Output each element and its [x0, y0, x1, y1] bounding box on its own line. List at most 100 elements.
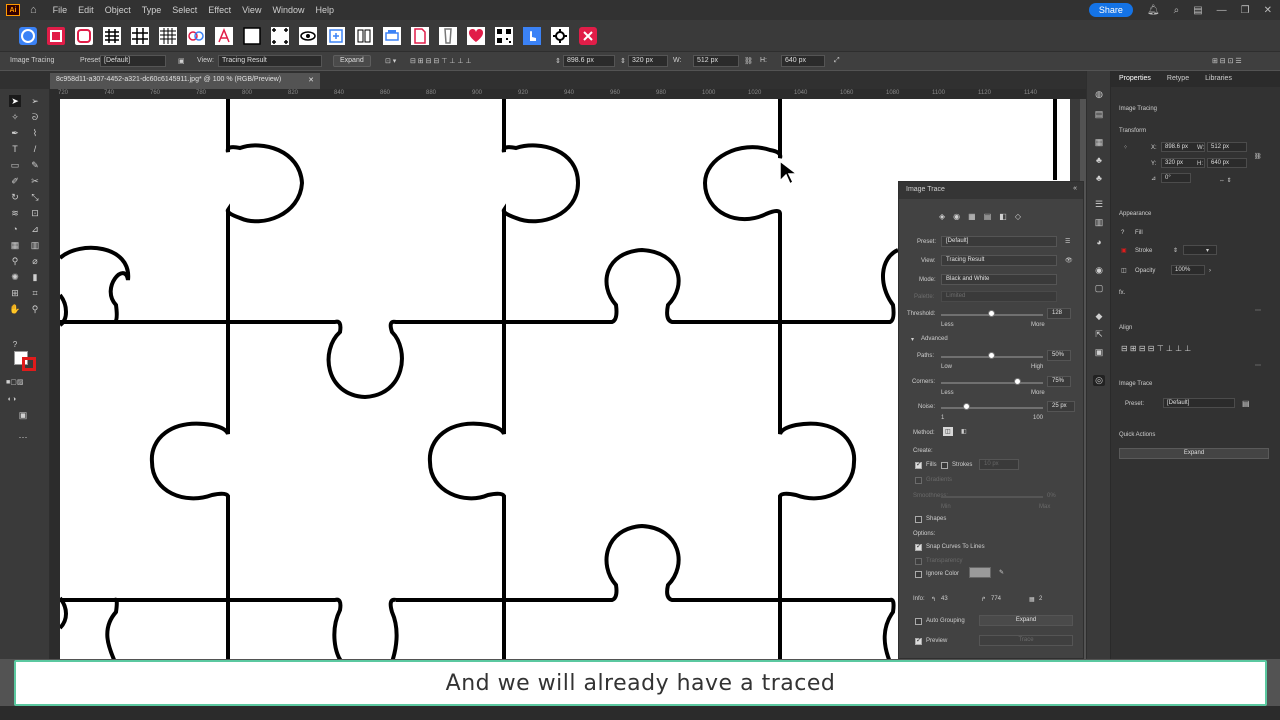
search-icon[interactable]: ⌕ [1174, 5, 1180, 16]
rings-icon[interactable] [184, 24, 207, 47]
shaper-tool-icon[interactable]: ✐ [9, 175, 21, 187]
line-tool-icon[interactable]: / [29, 143, 41, 155]
graph-tool-icon[interactable]: ▮ [29, 271, 41, 283]
workspace-icon[interactable]: ▤ [1193, 5, 1202, 16]
text-a-icon[interactable] [212, 24, 235, 47]
restore-icon[interactable]: ❐ [1241, 5, 1250, 16]
properties-panel-icon[interactable]: ◍ [1093, 89, 1105, 100]
home-icon[interactable]: ⌂ [30, 4, 37, 16]
hand-pointer-icon[interactable] [520, 24, 543, 47]
shapes-checkbox[interactable] [915, 516, 922, 523]
align-more-icon[interactable]: ⋯ [1255, 362, 1261, 369]
grayscale-icon[interactable]: ▤ [984, 212, 992, 221]
menu-object[interactable]: Object [105, 5, 131, 15]
close-icon[interactable]: ✕ [1264, 5, 1272, 16]
corners-slider-track[interactable] [941, 382, 1043, 384]
artboards-panel-icon[interactable]: ▣ [1093, 347, 1105, 358]
brushes-panel-icon[interactable]: ♣ [1093, 155, 1105, 166]
opacity-field[interactable]: 100% [1171, 265, 1205, 275]
threshold-value-field[interactable]: 128 [1047, 308, 1071, 319]
pen-tool-icon[interactable]: ✒ [9, 127, 21, 139]
eyedropper-icon[interactable]: ✎ [999, 569, 1004, 576]
threshold-slider-knob[interactable] [988, 310, 995, 317]
auto-grouping-checkbox[interactable] [915, 618, 922, 625]
close-shape-icon[interactable] [576, 24, 599, 47]
menu-select[interactable]: Select [172, 5, 197, 15]
scissors-tool-icon[interactable]: ✂ [29, 175, 41, 187]
abutting-method-icon[interactable]: ◫ [943, 427, 953, 436]
menu-type[interactable]: Type [142, 5, 162, 15]
screen-mode-icon[interactable]: ▣ [17, 409, 29, 421]
stroke-dropdown-icon[interactable]: ▾ [1206, 247, 1209, 254]
ignore-color-checkbox[interactable] [915, 571, 922, 578]
tab-close-icon[interactable]: ✕ [308, 76, 314, 84]
tab-libraries[interactable]: Libraries [1205, 75, 1232, 83]
advanced-toggle-icon[interactable]: ▾ [911, 336, 914, 343]
control-w-field[interactable]: 512 px [693, 55, 739, 67]
square-shape-icon[interactable] [44, 24, 67, 47]
libraries-panel-icon[interactable]: ▦ [1093, 137, 1105, 148]
control-y-field[interactable]: 320 px [628, 55, 668, 67]
control-view-dropdown[interactable]: Tracing Result [218, 55, 322, 67]
image-trace-panel-icon[interactable]: ◎ [1093, 375, 1105, 386]
fills-checkbox[interactable] [915, 460, 922, 469]
trace-expand-button[interactable]: Expand [979, 615, 1073, 626]
symbols-panel-icon[interactable]: ♣ [1093, 173, 1105, 184]
preset-menu-icon[interactable]: ☰ [1065, 238, 1070, 245]
bell-icon[interactable]: 🔔︎ [1147, 5, 1160, 16]
minimize-icon[interactable]: — [1217, 5, 1227, 16]
transform-icon[interactable]: ⊡ ▾ [385, 57, 396, 65]
align-icons[interactable]: ⊟ ⊞ ⊟ ⊟ ⊤ ⊥ ⊥ ⊥ [410, 57, 471, 65]
menu-effect[interactable]: Effect [208, 5, 231, 15]
heart-icon[interactable] [464, 24, 487, 47]
menu-help[interactable]: Help [315, 5, 334, 15]
artboard-icon[interactable] [240, 24, 263, 47]
color-panel-icon[interactable]: ◕ [1093, 237, 1105, 248]
lasso-tool-icon[interactable]: ᘐ [29, 111, 41, 123]
stroke-swatch-icon[interactable]: ▣ [1121, 247, 1127, 254]
qr-code-icon[interactable] [492, 24, 515, 47]
eyedropper-tool-icon[interactable]: ⚲ [9, 255, 21, 267]
rotate-tool-icon[interactable]: ↻ [9, 191, 21, 203]
trace-mode-dropdown[interactable]: Black and White [941, 274, 1057, 285]
h-field[interactable]: 640 px [1207, 158, 1247, 168]
fill-help-icon[interactable]: ? [1121, 230, 1124, 236]
link-icon[interactable]: ⛓ [744, 57, 753, 65]
eye-icon[interactable] [296, 24, 319, 47]
warp-tool-icon[interactable]: ≋ [9, 207, 21, 219]
stroke-weight-field[interactable] [1183, 245, 1217, 255]
fill-stroke-swatch[interactable] [14, 351, 40, 371]
zoom-tool-icon[interactable]: ⚲ [29, 303, 41, 315]
paintbrush-tool-icon[interactable]: ✎ [29, 159, 41, 171]
rectangle-tool-icon[interactable]: ▭ [9, 159, 21, 171]
share-button[interactable]: Share [1088, 3, 1133, 17]
preview-checkbox[interactable] [915, 636, 922, 645]
blend-tool-icon[interactable]: ⌀ [29, 255, 41, 267]
tube-icon[interactable] [436, 24, 459, 47]
rounded-square-icon[interactable] [72, 24, 95, 47]
symbol-sprayer-tool-icon[interactable]: ✺ [9, 271, 21, 283]
trace-panel-open-icon[interactable]: ▤ [1242, 399, 1250, 408]
more-tools-icon[interactable]: ⋯ [17, 431, 29, 443]
auto-color-icon[interactable]: ◈ [939, 212, 945, 221]
panel-collapse-icon[interactable]: « [1073, 185, 1077, 192]
noise-slider-track[interactable] [941, 407, 1043, 409]
props-preset-dropdown[interactable]: [Default] [1163, 398, 1235, 408]
circle-shape-icon[interactable] [16, 24, 39, 47]
trace-preset-dropdown[interactable]: [Default] [941, 236, 1057, 247]
panel-options-icon[interactable]: ⊞ ⊟ ⊡ ☰ [1212, 57, 1242, 65]
x-stepper-icon[interactable]: ⇕ [555, 57, 561, 65]
paths-value-field[interactable]: 50% [1047, 350, 1071, 361]
layers-panel-icon[interactable]: ▤ [1093, 109, 1105, 120]
type-tool-icon[interactable]: T [9, 143, 21, 155]
trace-view-dropdown[interactable]: Tracing Result [941, 255, 1057, 266]
print-icon[interactable] [380, 24, 403, 47]
artboard-tool-icon[interactable]: ⊞ [9, 287, 21, 299]
appearance-more-icon[interactable]: ⋯ [1255, 307, 1261, 314]
menu-window[interactable]: Window [272, 5, 304, 15]
quick-expand-button[interactable]: Expand [1119, 448, 1269, 459]
settings-gear-icon[interactable] [548, 24, 571, 47]
resize-icon[interactable]: ⤢ [834, 57, 840, 65]
overlapping-method-icon[interactable]: ◧ [961, 428, 967, 435]
corners-value-field[interactable]: 75% [1047, 376, 1071, 387]
